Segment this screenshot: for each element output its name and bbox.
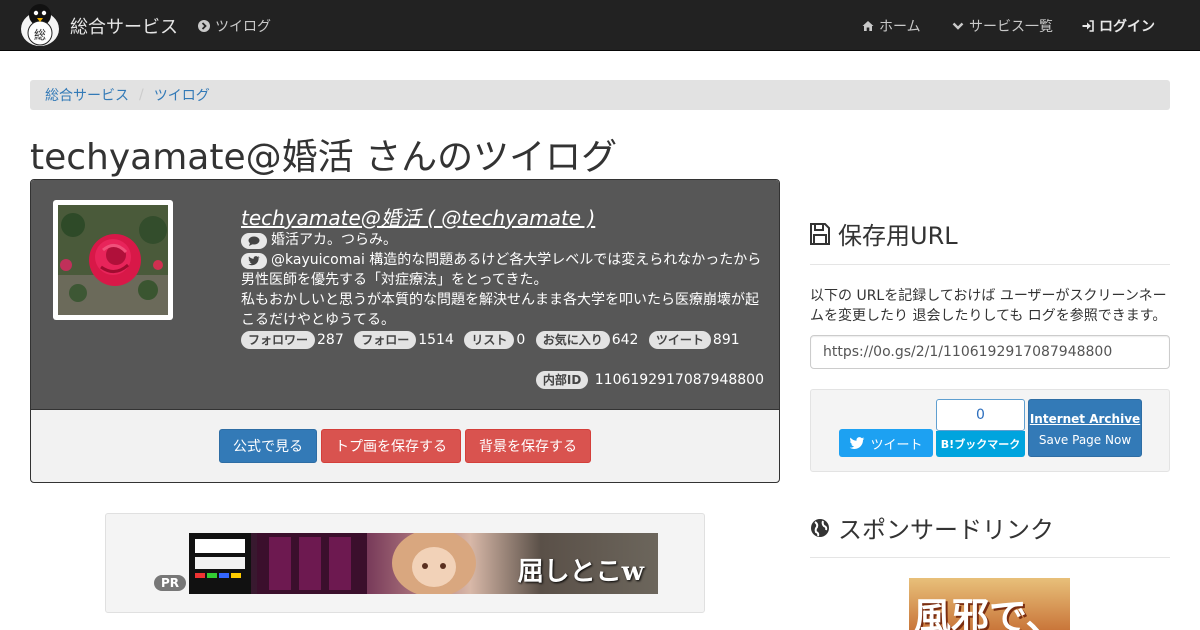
nav-home-link[interactable]: ホーム (862, 16, 921, 36)
bio-text-2: @kayuicomai 構造的な問題あるけど各大学レベルでは変えられなかったから… (241, 252, 762, 288)
tweet-button-label: ツイート (870, 437, 923, 453)
tweet-button[interactable]: ツイート (839, 429, 933, 457)
divider (810, 557, 1170, 558)
follower-badge: フォロワー (241, 331, 316, 349)
hatena-bookmark-count: 0 (936, 399, 1025, 431)
follow-badge: フォロー (354, 331, 417, 349)
avatar[interactable] (53, 200, 173, 320)
tweet-count: 891 (712, 332, 740, 348)
ad-text: 屈しとこw (517, 557, 644, 587)
rose-avatar-image (58, 205, 168, 315)
ad-banner[interactable]: 屈しとこw (189, 533, 658, 594)
bio-line-1: 婚活アカ。つらみ。 (241, 230, 766, 250)
nav-services-link[interactable]: サービス一覧 (952, 16, 1053, 36)
save-icon-button[interactable]: トプ画を保存する (321, 429, 461, 463)
page-title: techyamate@婚活 さんのツイログ (30, 137, 618, 178)
internet-archive-title: Internet Archive (1029, 412, 1141, 426)
twitter-bird-icon (241, 253, 267, 269)
internal-id-value: 1106192917087948800 (594, 372, 764, 388)
nav-login-link[interactable]: ログイン (1082, 16, 1155, 36)
sponsored-banner[interactable]: 風邪で、 (909, 578, 1070, 630)
follower-count: 287 (317, 332, 344, 348)
ad-box: PR 屈しとこw (105, 513, 705, 613)
profile-bio: 婚活アカ。つらみ。 @kayuicomai 構造的な問題あるけど各大学レベルでは… (241, 230, 766, 350)
save-url-input[interactable] (810, 335, 1170, 369)
save-url-title: 保存用URL (838, 222, 958, 250)
profile-name-link[interactable]: techyamate@婚活 ( @techyamate ) (241, 202, 595, 231)
internet-archive-button[interactable]: Internet Archive Save Page Now (1028, 399, 1142, 457)
twitter-bird-icon (850, 436, 865, 449)
profile-actions: 公式で見る トプ画を保存する 背景を保存する (31, 429, 779, 463)
hatena-bookmark-button[interactable]: B!ブックマーク (936, 431, 1025, 457)
follow-count: 1514 (418, 332, 454, 348)
bio-text-1: 婚活アカ。つらみ。 (271, 232, 397, 248)
bio-line-3: 私もおかしいと思うが本質的な問題を解決せんまま各大学を叩いたら医療崩壊が起こるだ… (241, 292, 759, 328)
penguin-logo-icon[interactable]: 総 (19, 3, 61, 47)
fav-badge: お気に入り (535, 331, 610, 349)
internet-archive-subtitle: Save Page Now (1038, 433, 1132, 447)
nav-services-label: サービス一覧 (969, 19, 1053, 35)
bio-line-2: @kayuicomai 構造的な問題あるけど各大学レベルでは変えられなかったから… (241, 250, 766, 290)
save-url-description: 以下の URLを記録しておけば ユーザーがスクリーンネームを変更したり 退会した… (810, 288, 1167, 324)
profile-header: techyamate@婚活 ( @techyamate ) 婚活アカ。つらみ。 … (31, 180, 779, 410)
fav-count: 642 (611, 332, 639, 348)
save-background-button[interactable]: 背景を保存する (465, 429, 591, 463)
internal-id-badge: 内部ID (535, 371, 589, 389)
sponsored-banner-text: 風邪で、 (913, 594, 1064, 630)
floppy-disk-icon (810, 222, 830, 245)
profile-panel: techyamate@婚活 ( @techyamate ) 婚活アカ。つらみ。 … (30, 179, 780, 483)
internal-id: 内部ID 1106192917087948800 (535, 371, 764, 389)
sponsored-title: スポンサードリンク (838, 516, 1054, 544)
nav-home-label: ホーム (879, 19, 921, 35)
brand-link[interactable]: 総合サービス (70, 13, 178, 39)
navbar: 総 総合サービス ツイログ ホーム サービス一覧 ログイン (0, 0, 1200, 51)
sponsored-heading: スポンサードリンク (810, 510, 1054, 545)
pr-badge: PR (154, 575, 187, 591)
share-box: ツイート 0 B!ブックマーク Internet Archive Save Pa… (810, 389, 1170, 472)
breadcrumb-item-home[interactable]: 総合サービス (45, 85, 129, 105)
globe-icon (811, 518, 829, 537)
list-badge: リスト (464, 331, 515, 349)
breadcrumb-separator: / (139, 87, 144, 103)
breadcrumb: 総合サービス / ツイログ (30, 80, 1170, 110)
breadcrumb-item-twilog[interactable]: ツイログ (154, 85, 210, 105)
hatena-bookmark-widget[interactable]: 0 B!ブックマーク (936, 399, 1025, 457)
comment-icon (241, 233, 267, 249)
home-icon (862, 21, 874, 31)
list-count: 0 (516, 332, 526, 348)
tweet-badge: ツイート (648, 331, 711, 349)
nav-twilog-label: ツイログ (215, 19, 271, 35)
view-official-button[interactable]: 公式で見る (219, 429, 317, 463)
nav-twilog-link[interactable]: ツイログ (198, 16, 271, 36)
chevron-circle-icon (198, 20, 210, 32)
sign-in-icon (1082, 20, 1094, 32)
divider (810, 264, 1170, 265)
save-url-heading: 保存用URL (810, 216, 958, 251)
svg-text:総: 総 (34, 28, 46, 42)
chevron-down-icon (952, 22, 964, 30)
profile-stats: フォロワー 287 フォロー 1514 リスト 0 お気に入り 642 ツイート 891 (241, 330, 766, 350)
nav-login-label: ログイン (1099, 19, 1155, 35)
